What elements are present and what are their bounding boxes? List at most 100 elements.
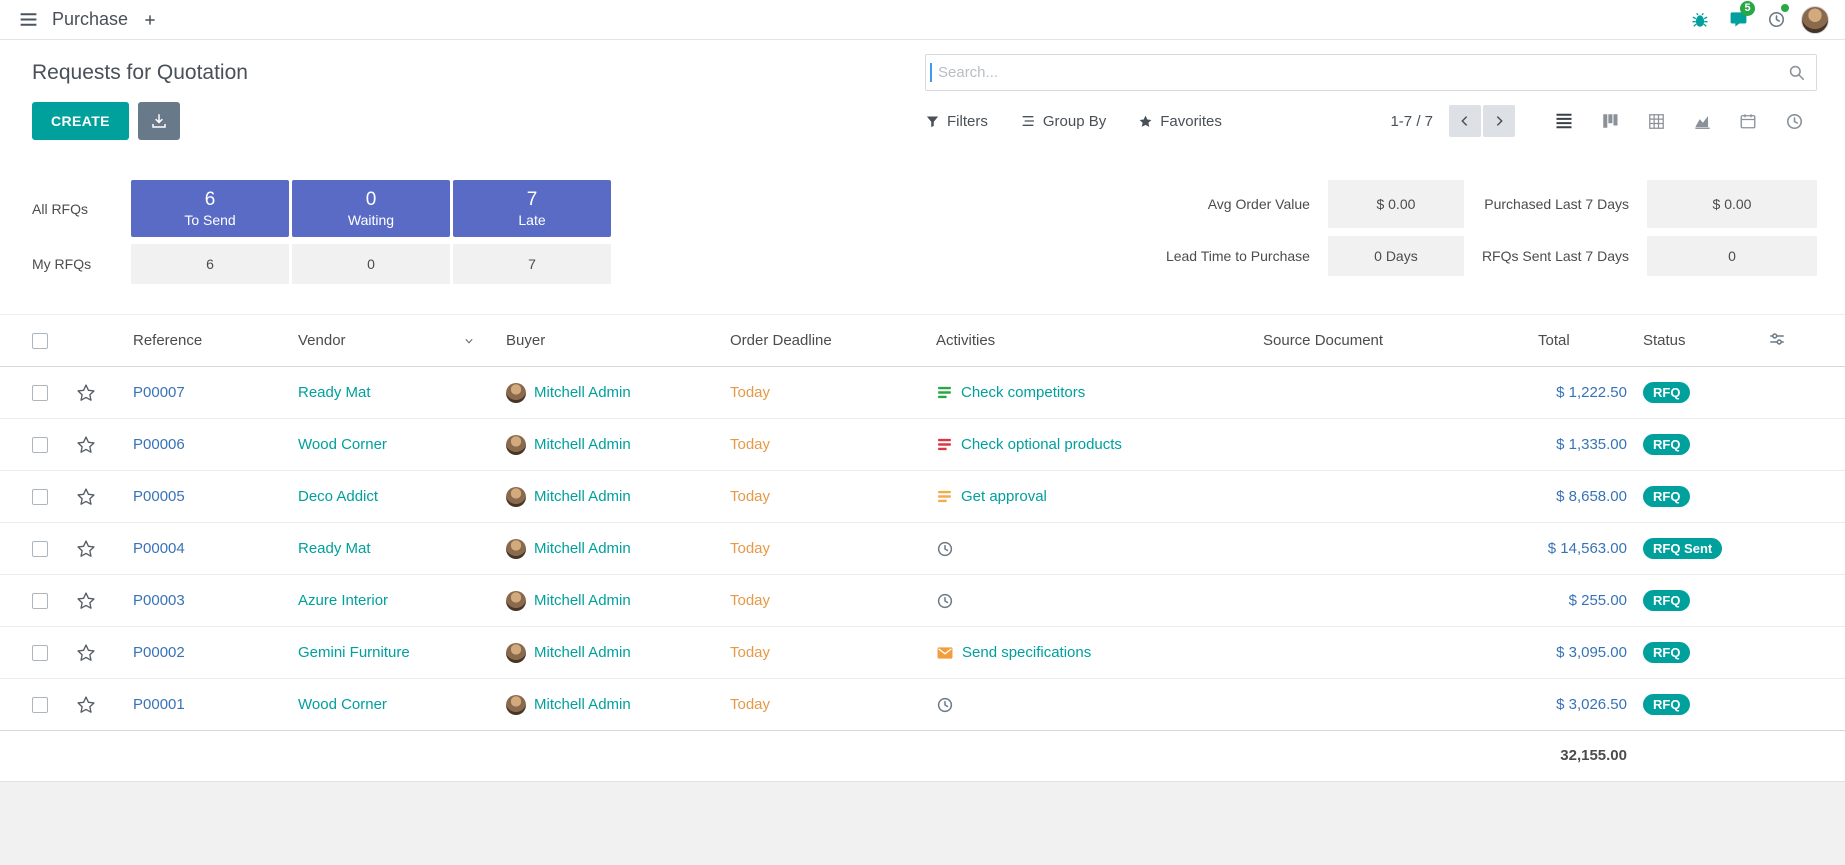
app-title[interactable]: Purchase — [52, 9, 128, 30]
kpi-label-avg-order-value: Avg Order Value — [1166, 196, 1310, 212]
table-row[interactable]: P00006 Wood Corner Mitchell Admin Today … — [0, 419, 1845, 471]
activities-clock-icon[interactable] — [1757, 4, 1795, 36]
favorite-star-icon[interactable] — [76, 591, 96, 611]
reference-link[interactable]: P00002 — [133, 644, 185, 661]
chevron-left-icon — [1457, 113, 1473, 129]
row-checkbox[interactable] — [32, 385, 48, 401]
reference-link[interactable]: P00003 — [133, 592, 185, 609]
user-avatar[interactable] — [1801, 6, 1829, 34]
row-checkbox[interactable] — [32, 645, 48, 661]
filter-icon — [925, 114, 940, 129]
favorite-star-icon[interactable] — [76, 487, 96, 507]
table-row[interactable]: P00005 Deco Addict Mitchell Admin Today … — [0, 471, 1845, 523]
row-checkbox[interactable] — [32, 541, 48, 557]
buyer-link[interactable]: Mitchell Admin — [534, 488, 631, 505]
table-row[interactable]: P00003 Azure Interior Mitchell Admin Tod… — [0, 575, 1845, 627]
optional-columns-icon[interactable] — [1768, 330, 1786, 348]
buyer-avatar — [506, 643, 526, 663]
reference-link[interactable]: P00006 — [133, 436, 185, 453]
filters-button[interactable]: Filters — [925, 113, 988, 130]
search-icon[interactable] — [1787, 63, 1806, 82]
buyer-avatar — [506, 487, 526, 507]
reference-link[interactable]: P00004 — [133, 540, 185, 557]
create-button[interactable]: CREATE — [32, 102, 129, 140]
star-column-header — [68, 315, 125, 367]
order-deadline-value: Today — [730, 540, 770, 557]
activity-link[interactable]: Check optional products — [961, 436, 1122, 453]
row-checkbox[interactable] — [32, 437, 48, 453]
column-header-order-deadline[interactable]: Order Deadline — [722, 315, 928, 367]
total-amount: $ 1,222.50 — [1556, 384, 1627, 401]
activity-view-button[interactable] — [1771, 105, 1817, 137]
table-row[interactable]: P00002 Gemini Furniture Mitchell Admin T… — [0, 627, 1845, 679]
my-bucket-late[interactable]: 7 — [453, 244, 611, 284]
buyer-link[interactable]: Mitchell Admin — [534, 592, 631, 609]
table-row[interactable]: P00004 Ready Mat Mitchell Admin Today $ … — [0, 523, 1845, 575]
column-header-vendor[interactable]: Vendor — [290, 315, 498, 367]
activity-link[interactable]: Get approval — [961, 488, 1047, 505]
buyer-link[interactable]: Mitchell Admin — [534, 696, 631, 713]
vendor-link[interactable]: Deco Addict — [298, 488, 378, 505]
bucket-to-send[interactable]: 6 To Send — [131, 180, 289, 237]
column-header-reference[interactable]: Reference — [125, 315, 290, 367]
graph-view-button[interactable] — [1679, 105, 1725, 137]
search-input[interactable] — [936, 63, 1787, 82]
column-header-buyer[interactable]: Buyer — [498, 315, 722, 367]
buyer-link[interactable]: Mitchell Admin — [534, 384, 631, 401]
kanban-view-button[interactable] — [1587, 105, 1633, 137]
calendar-view-icon — [1739, 112, 1757, 130]
column-header-total[interactable]: Total — [1530, 315, 1635, 367]
favorite-star-icon[interactable] — [76, 539, 96, 559]
group-by-icon — [1020, 113, 1036, 129]
search-caret — [930, 63, 932, 82]
row-checkbox[interactable] — [32, 697, 48, 713]
table-row[interactable]: P00001 Wood Corner Mitchell Admin Today … — [0, 679, 1845, 731]
favorites-button[interactable]: Favorites — [1138, 113, 1222, 130]
table-row[interactable]: P00007 Ready Mat Mitchell Admin Today Ch… — [0, 367, 1845, 419]
vendor-link[interactable]: Ready Mat — [298, 540, 371, 557]
vendor-link[interactable]: Ready Mat — [298, 384, 371, 401]
favorite-star-icon[interactable] — [76, 643, 96, 663]
activity-link[interactable]: Send specifications — [962, 644, 1091, 661]
column-header-activities[interactable]: Activities — [928, 315, 1255, 367]
calendar-view-button[interactable] — [1725, 105, 1771, 137]
search-box[interactable] — [925, 54, 1817, 91]
pivot-view-button[interactable] — [1633, 105, 1679, 137]
reference-link[interactable]: P00001 — [133, 696, 185, 713]
favorite-star-icon[interactable] — [76, 383, 96, 403]
my-bucket-waiting[interactable]: 0 — [292, 244, 450, 284]
favorite-star-icon[interactable] — [76, 695, 96, 715]
list-view-button[interactable] — [1541, 105, 1587, 137]
my-bucket-to-send[interactable]: 6 — [131, 244, 289, 284]
activity-clock-icon[interactable] — [936, 592, 954, 610]
export-button[interactable] — [138, 102, 180, 140]
buyer-link[interactable]: Mitchell Admin — [534, 540, 631, 557]
messages-icon[interactable]: 5 — [1719, 4, 1757, 36]
vendor-link[interactable]: Wood Corner — [298, 436, 387, 453]
bucket-waiting[interactable]: 0 Waiting — [292, 180, 450, 237]
vendor-link[interactable]: Azure Interior — [298, 592, 388, 609]
vendor-link[interactable]: Wood Corner — [298, 696, 387, 713]
column-header-source-document[interactable]: Source Document — [1255, 315, 1530, 367]
debug-bug-icon[interactable] — [1681, 4, 1719, 36]
apps-menu-button[interactable] — [12, 4, 44, 36]
reference-link[interactable]: P00007 — [133, 384, 185, 401]
buyer-link[interactable]: Mitchell Admin — [534, 436, 631, 453]
pager-previous-button[interactable] — [1449, 105, 1481, 137]
pager-next-button[interactable] — [1483, 105, 1515, 137]
select-all-checkbox[interactable] — [32, 333, 48, 349]
plus-icon[interactable] — [136, 6, 164, 34]
group-by-button[interactable]: Group By — [1020, 113, 1106, 130]
activity-clock-icon[interactable] — [936, 696, 954, 714]
bucket-late[interactable]: 7 Late — [453, 180, 611, 237]
favorite-star-icon[interactable] — [76, 435, 96, 455]
column-header-status[interactable]: Status — [1635, 315, 1760, 367]
row-checkbox[interactable] — [32, 593, 48, 609]
reference-link[interactable]: P00005 — [133, 488, 185, 505]
activity-link[interactable]: Check competitors — [961, 384, 1085, 401]
activity-clock-icon[interactable] — [936, 540, 954, 558]
buyer-link[interactable]: Mitchell Admin — [534, 644, 631, 661]
all-rfqs-label: All RFQs — [32, 201, 128, 217]
row-checkbox[interactable] — [32, 489, 48, 505]
vendor-link[interactable]: Gemini Furniture — [298, 644, 410, 661]
